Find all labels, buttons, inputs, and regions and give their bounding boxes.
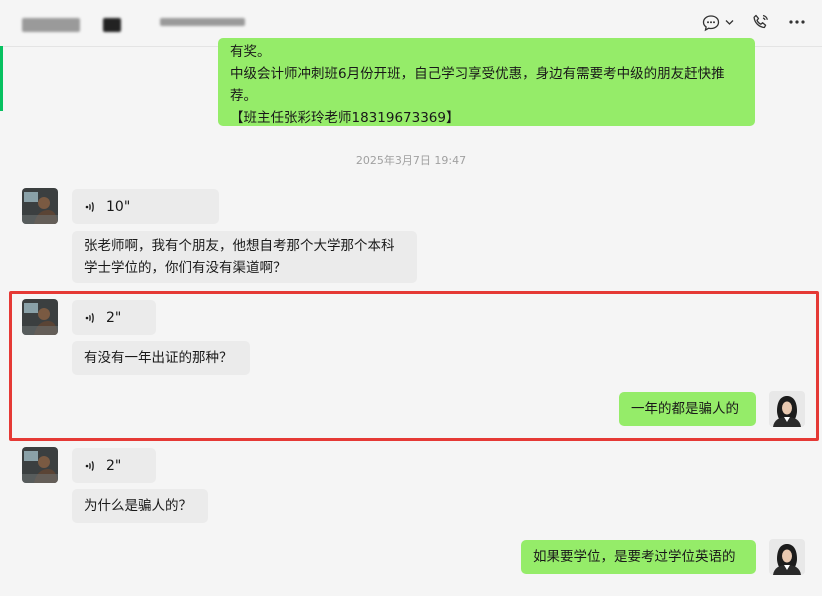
message-bubble-incoming[interactable]: 张老师啊，我有个朋友，他想自考那个大学那个本科 学士学位的，你们有没有渠道啊？	[72, 231, 417, 283]
voice-duration: 2"	[106, 457, 122, 474]
message-bubble-incoming[interactable]: 有没有一年出证的那种？	[72, 341, 250, 375]
message-bubble-outgoing[interactable]: 有奖。 中级会计师冲刺班6月份开班，自己学习享受优惠，身边有需要考中级的朋友赶快…	[218, 38, 755, 126]
voice-duration: 10"	[106, 198, 131, 215]
voice-message[interactable]: 2"	[72, 448, 156, 483]
message-text: 有没有一年出证的那种？	[84, 350, 233, 366]
avatar[interactable]	[769, 391, 805, 427]
message-text: 如果要学位，是要考过学位英语的	[533, 549, 736, 565]
message-line: 【班主任张彩玲老师18319673369】	[230, 110, 460, 126]
message-line: 张老师啊，我有个朋友，他想自考那个大学那个本科	[84, 238, 395, 254]
contact-name-redacted	[160, 18, 245, 26]
message-line: 中级会计师冲刺班6月份开班，自己学习享受优惠，身边有需要考中级的朋友赶快推	[230, 66, 725, 82]
avatar[interactable]	[22, 188, 58, 224]
message-bubble-incoming[interactable]: 为什么是骗人的？	[72, 489, 208, 523]
message-bubble-outgoing[interactable]: 一年的都是骗人的	[619, 392, 756, 426]
message-timestamp: 2025年3月7日 19:47	[355, 154, 467, 167]
avatar[interactable]	[769, 539, 805, 575]
message-line: 有奖。	[230, 44, 271, 60]
contact-name-redacted	[22, 18, 80, 32]
message-bubble-outgoing[interactable]: 如果要学位，是要考过学位英语的	[521, 540, 756, 574]
avatar[interactable]	[22, 447, 58, 483]
message-text: 一年的都是骗人的	[631, 401, 739, 417]
voice-message[interactable]: 10"	[72, 189, 219, 224]
more-icon[interactable]	[788, 19, 806, 25]
voice-icon	[85, 460, 94, 471]
selection-indicator	[0, 46, 3, 111]
chat-bubble-icon[interactable]	[702, 14, 720, 32]
voice-icon	[85, 312, 94, 323]
message-line: 荐。	[230, 88, 257, 104]
chevron-down-icon[interactable]	[725, 19, 734, 26]
phone-icon[interactable]	[752, 13, 770, 31]
contact-name-redacted	[103, 18, 121, 32]
message-text: 为什么是骗人的？	[84, 498, 192, 514]
voice-message[interactable]: 2"	[72, 300, 156, 335]
voice-icon	[85, 201, 94, 212]
voice-duration: 2"	[106, 309, 122, 326]
avatar[interactable]	[22, 299, 58, 335]
message-line: 学士学位的，你们有没有渠道啊？	[84, 260, 287, 276]
